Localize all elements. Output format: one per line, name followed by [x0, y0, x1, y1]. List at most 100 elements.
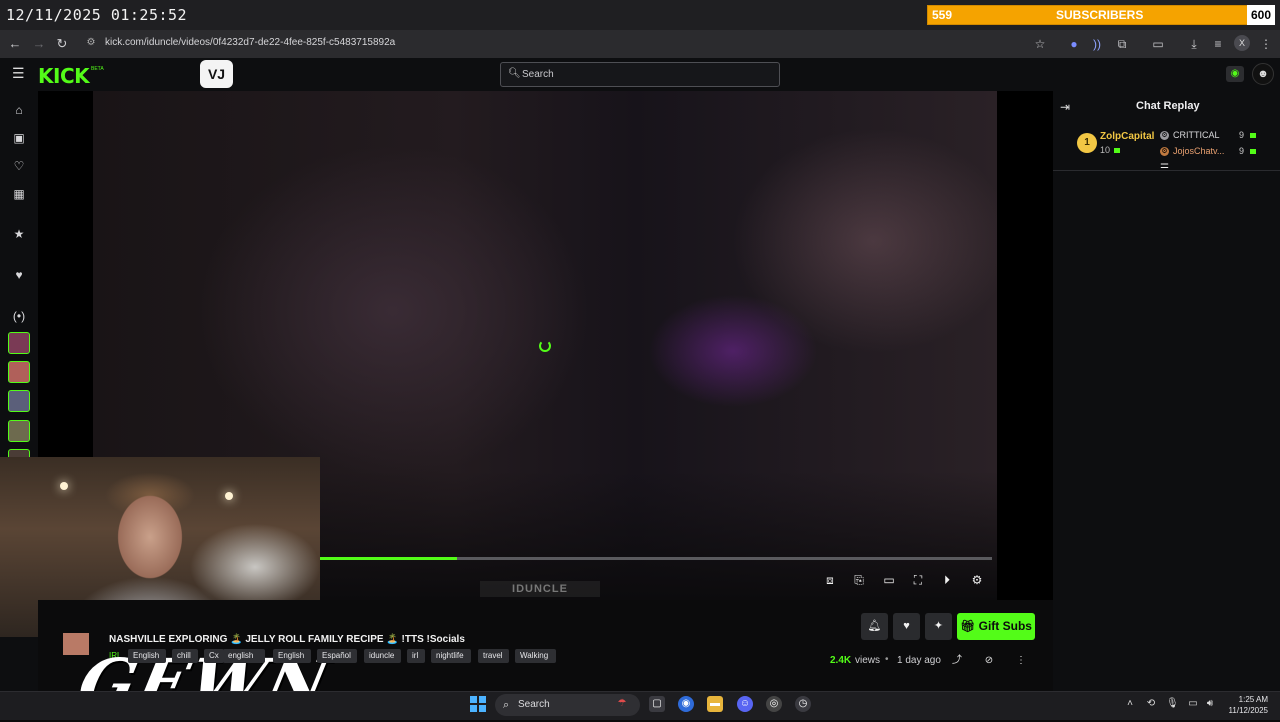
tray-microphone-icon[interactable]: 🎙︎ — [1166, 698, 1179, 710]
file-explorer-icon[interactable]: ▬ — [707, 696, 723, 712]
kick-extension-icon[interactable]: ◉ — [1226, 66, 1244, 82]
tag-chip[interactable]: travel — [478, 649, 509, 663]
tag-chip[interactable]: iduncle — [364, 649, 401, 663]
gift-gem-icon — [1250, 149, 1256, 154]
extension-waves-icon[interactable]: )) — [1089, 36, 1105, 52]
vj-logo-button[interactable]: VJ — [200, 60, 233, 88]
home-icon[interactable]: ⌂ — [11, 102, 27, 118]
followed-channel-avatar[interactable] — [8, 361, 30, 383]
hide-chat-icon[interactable]: ⊘ — [982, 654, 996, 668]
followed-channel-avatar[interactable] — [8, 390, 30, 412]
followed-heart-icon[interactable]: ♥ — [11, 267, 27, 283]
cast-icon[interactable]: ▭ — [1150, 36, 1166, 52]
leaderboard-second-count: 9 — [1239, 130, 1245, 140]
hamburger-menu-icon[interactable]: ☰ — [12, 66, 26, 80]
categories-grid-icon[interactable]: ▦ — [11, 186, 27, 202]
url-field[interactable]: kick.com/iduncle/videos/0f4232d7-de22-4f… — [105, 37, 395, 48]
notification-bell-button[interactable]: 🔔︎ — [861, 613, 888, 640]
loading-spinner — [539, 340, 551, 352]
user-avatar[interactable]: ☻ — [1252, 63, 1274, 85]
webcam-light — [60, 482, 68, 490]
fullscreen-icon[interactable]: ⛶ — [911, 573, 925, 587]
tray-volume-icon[interactable]: 🔊︎ — [1204, 698, 1216, 710]
tag-chip[interactable]: English — [128, 649, 166, 663]
profile-avatar[interactable]: X — [1234, 35, 1250, 51]
tray-overflow-icon[interactable]: ˄ — [1124, 698, 1136, 710]
collapse-chat-icon[interactable]: ⇥ — [1060, 100, 1070, 114]
sparkle-button[interactable]: ✦ — [925, 613, 952, 640]
miniplayer-icon[interactable]: ⧈ — [823, 573, 837, 587]
rank-3-badge-icon: ⚙ — [1160, 147, 1169, 156]
extensions-puzzle-icon[interactable]: ⧉ — [1114, 36, 1130, 52]
tag-chip[interactable]: Walking — [515, 649, 556, 663]
channel-avatar[interactable] — [63, 633, 89, 655]
extension-icon[interactable]: ● — [1066, 36, 1082, 52]
search-icon: 🔍︎ — [508, 68, 521, 79]
bookmark-star-icon[interactable]: ☆ — [1032, 36, 1048, 52]
forward-icon[interactable]: → — [31, 36, 47, 52]
download-icon[interactable]: ⤓ — [1186, 36, 1202, 52]
kick-logo[interactable]: KICK — [38, 64, 90, 88]
chat-title: Chat Replay — [1136, 100, 1200, 112]
followed-channel-avatar[interactable] — [8, 420, 30, 442]
subscriber-label: SUBSCRIBERS — [1056, 8, 1144, 22]
reload-icon[interactable]: ↻ — [54, 36, 70, 52]
share-icon[interactable]: ⤴ — [950, 654, 964, 668]
menu-kebab-icon[interactable]: ⋮ — [1258, 36, 1274, 52]
clock-time: 1:25 AM — [1238, 695, 1268, 704]
stream-timestamp: 12/11/2025 01:25:52 — [6, 6, 188, 24]
rank-2-badge-icon: ⚙ — [1160, 131, 1169, 140]
chrome-app-icon[interactable]: ◉ — [678, 696, 694, 712]
playback-speed-icon[interactable]: ⏵ — [940, 573, 954, 587]
leaderboard-expand-icon[interactable]: ☰ — [1160, 163, 1169, 174]
back-icon[interactable]: ← — [7, 36, 23, 52]
taskbar-search-placeholder: Search — [518, 699, 550, 710]
gift-subs-button[interactable]: 🎁︎ Gift Subs — [957, 613, 1035, 640]
tray-sync-icon[interactable]: ⟲ — [1145, 698, 1157, 710]
live-broadcast-icon[interactable]: (•) — [11, 308, 27, 324]
view-count: 2.4K — [830, 655, 852, 666]
leaderboard-third-name[interactable]: JojosChatv... — [1173, 146, 1224, 156]
clock-app-icon[interactable]: ◷ — [795, 696, 811, 712]
subscriber-goal: 600 — [1247, 5, 1275, 25]
tray-network-icon[interactable]: ▭ — [1187, 698, 1199, 710]
tag-chip[interactable]: chill — [172, 649, 198, 663]
clip-icon[interactable]: ⎘ — [852, 573, 866, 587]
followed-channel-avatar[interactable] — [8, 332, 30, 354]
task-view-icon[interactable]: ▢ — [649, 696, 665, 712]
taskbar-widget-icon[interactable]: ☂ — [614, 696, 630, 712]
subscriber-count: 559 — [932, 8, 953, 22]
more-options-icon[interactable]: ⋮ — [1014, 654, 1028, 668]
tag-chip[interactable]: Español — [317, 649, 357, 663]
windows-start-icon[interactable] — [470, 696, 486, 712]
reading-list-icon[interactable]: ≡ — [1210, 36, 1226, 52]
settings-gear-icon[interactable]: ⚙ — [970, 573, 984, 587]
discord-app-icon[interactable]: ☺ — [737, 696, 753, 712]
following-heart-icon[interactable]: ♡ — [11, 158, 27, 174]
clock-date: 11/12/2025 — [1228, 706, 1268, 715]
stream-watermark: IDUNCLE — [480, 581, 600, 597]
site-info-icon[interactable]: ⚙ — [85, 37, 97, 49]
leaderboard-top-name[interactable]: ZolpCapital — [1100, 131, 1154, 142]
app-icon[interactable]: ◎ — [766, 696, 782, 712]
gift-gem-icon — [1250, 133, 1256, 138]
gift-icon: 🎁︎ — [960, 619, 979, 633]
browse-icon[interactable]: ▣ — [11, 130, 27, 146]
taskbar-search-icon: ⌕ — [503, 699, 510, 711]
tag-chip[interactable]: English — [273, 649, 311, 663]
tag-chip[interactable]: english — [223, 649, 265, 663]
tag-chip[interactable]: nightlife — [431, 649, 471, 663]
tag-chip[interactable]: irl — [407, 649, 425, 663]
taskbar-clock[interactable]: 1:25 AM 11/12/2025 — [1226, 694, 1268, 716]
leaderboard-third-count: 9 — [1239, 146, 1245, 156]
tag-chip[interactable]: Cx — [204, 649, 224, 663]
chat-panel — [1053, 91, 1280, 691]
theater-mode-icon[interactable]: ▭ — [882, 573, 896, 587]
rank-badge: 1 — [1077, 133, 1097, 153]
chat-divider — [1053, 170, 1280, 171]
search-placeholder: Search — [522, 69, 554, 80]
leaderboard-second-name[interactable]: CRITTICAL — [1173, 130, 1220, 140]
windows-taskbar — [0, 691, 1280, 720]
featured-star-icon[interactable]: ★ — [11, 226, 27, 242]
follow-heart-button[interactable]: ♥ — [893, 613, 920, 640]
